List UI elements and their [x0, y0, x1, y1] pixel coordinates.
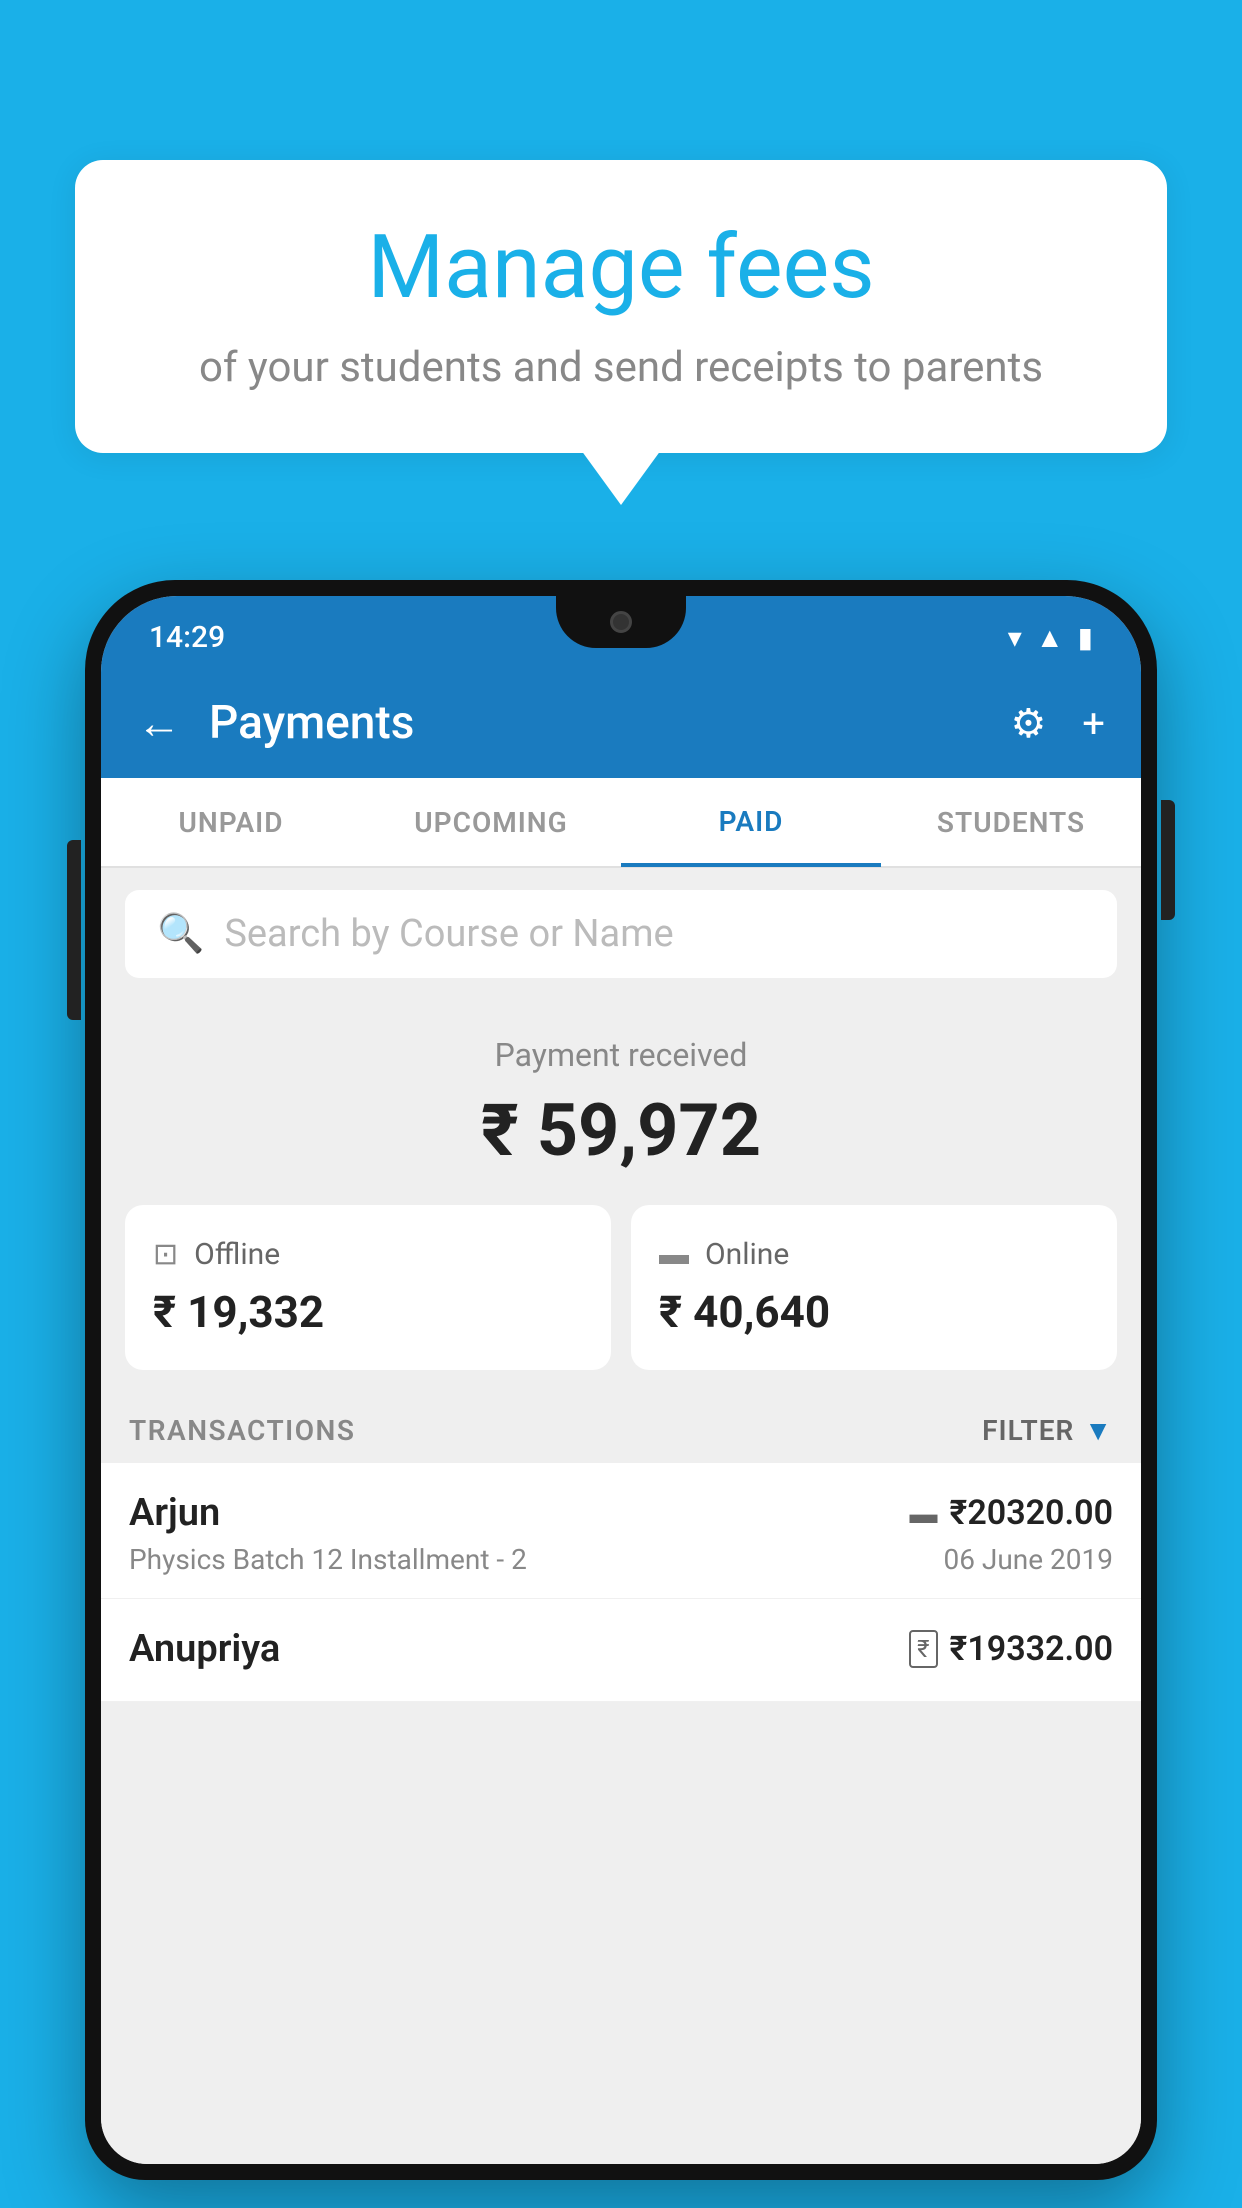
status-icons: ▾ ▲ ▮: [1008, 611, 1093, 654]
online-card-header: ▬ Online: [659, 1237, 1089, 1272]
transaction-top-row: Anupriya ₹ ₹19332.00: [129, 1627, 1113, 1671]
bubble-subtitle: of your students and send receipts to pa…: [125, 339, 1117, 398]
payment-received-label: Payment received: [101, 1036, 1141, 1074]
payment-cards: ⊡ Offline ₹ 19,332 ▬ Online ₹ 40,640: [101, 1205, 1141, 1394]
transaction-bottom-row: Physics Batch 12 Installment - 2 06 June…: [129, 1543, 1113, 1576]
offline-card: ⊡ Offline ₹ 19,332: [125, 1205, 611, 1370]
search-bar[interactable]: 🔍 Search by Course or Name: [125, 890, 1117, 978]
transaction-course: Physics Batch 12 Installment - 2: [129, 1543, 527, 1576]
tab-unpaid[interactable]: UNPAID: [101, 778, 361, 866]
back-button[interactable]: ←: [137, 697, 181, 749]
battery-icon: ▮: [1078, 621, 1093, 654]
transaction-name: Anupriya: [129, 1627, 280, 1671]
online-label: Online: [705, 1237, 789, 1272]
filter-label: FILTER: [982, 1414, 1074, 1447]
cash-payment-icon: ₹: [909, 1630, 937, 1668]
payment-summary: Payment received ₹ 59,972: [101, 1000, 1141, 1205]
bubble-title: Manage fees: [125, 220, 1117, 317]
wifi-icon: ▾: [1008, 621, 1022, 654]
table-row[interactable]: Anupriya ₹ ₹19332.00: [101, 1599, 1141, 1702]
status-time: 14:29: [149, 610, 225, 655]
settings-icon[interactable]: ⚙: [1010, 700, 1046, 747]
payment-total-amount: ₹ 59,972: [101, 1088, 1141, 1173]
speech-bubble: Manage fees of your students and send re…: [75, 160, 1167, 453]
notch: [556, 596, 686, 648]
transactions-label: TRANSACTIONS: [129, 1414, 355, 1447]
content-area: 🔍 Search by Course or Name Payment recei…: [101, 868, 1141, 2164]
offline-amount: ₹ 19,332: [153, 1286, 583, 1338]
notch-camera: [610, 611, 632, 633]
phone-outer: 14:29 ▾ ▲ ▮ ← Payments ⚙ + UNPAID UPCO: [85, 580, 1157, 2180]
phone-mockup: 14:29 ▾ ▲ ▮ ← Payments ⚙ + UNPAID UPCO: [85, 580, 1157, 2208]
transaction-amount: ₹20320.00: [950, 1493, 1113, 1533]
transaction-date: 06 June 2019: [943, 1543, 1113, 1576]
transaction-amount-wrap: ▬ ₹20320.00: [910, 1493, 1113, 1533]
search-placeholder: Search by Course or Name: [224, 912, 673, 956]
offline-icon: ⊡: [153, 1237, 178, 1272]
table-row[interactable]: Arjun ▬ ₹20320.00 Physics Batch 12 Insta…: [101, 1463, 1141, 1599]
tab-students[interactable]: STUDENTS: [881, 778, 1141, 866]
phone-screen: 14:29 ▾ ▲ ▮ ← Payments ⚙ + UNPAID UPCO: [101, 596, 1141, 2164]
online-icon: ▬: [659, 1237, 689, 1272]
transaction-amount-wrap: ₹ ₹19332.00: [909, 1629, 1113, 1669]
online-card: ▬ Online ₹ 40,640: [631, 1205, 1117, 1370]
transaction-amount: ₹19332.00: [950, 1629, 1113, 1669]
app-bar-actions: ⚙ +: [1010, 700, 1105, 747]
transaction-name: Arjun: [129, 1491, 220, 1535]
transaction-list: Arjun ▬ ₹20320.00 Physics Batch 12 Insta…: [101, 1463, 1141, 1702]
tab-paid[interactable]: PAID: [621, 779, 881, 867]
online-amount: ₹ 40,640: [659, 1286, 1089, 1338]
app-bar: ← Payments ⚙ +: [101, 668, 1141, 778]
tabs-bar: UNPAID UPCOMING PAID STUDENTS: [101, 778, 1141, 868]
filter-button[interactable]: FILTER ▼: [982, 1414, 1113, 1447]
add-icon[interactable]: +: [1082, 700, 1105, 747]
card-payment-icon: ▬: [910, 1497, 938, 1530]
filter-icon: ▼: [1084, 1414, 1113, 1447]
signal-icon: ▲: [1036, 621, 1064, 654]
offline-label: Offline: [194, 1237, 280, 1272]
transaction-top-row: Arjun ▬ ₹20320.00: [129, 1491, 1113, 1535]
offline-card-header: ⊡ Offline: [153, 1237, 583, 1272]
tab-upcoming[interactable]: UPCOMING: [361, 778, 621, 866]
app-title: Payments: [209, 696, 1010, 750]
search-icon: 🔍: [157, 912, 204, 956]
transactions-header: TRANSACTIONS FILTER ▼: [101, 1394, 1141, 1463]
